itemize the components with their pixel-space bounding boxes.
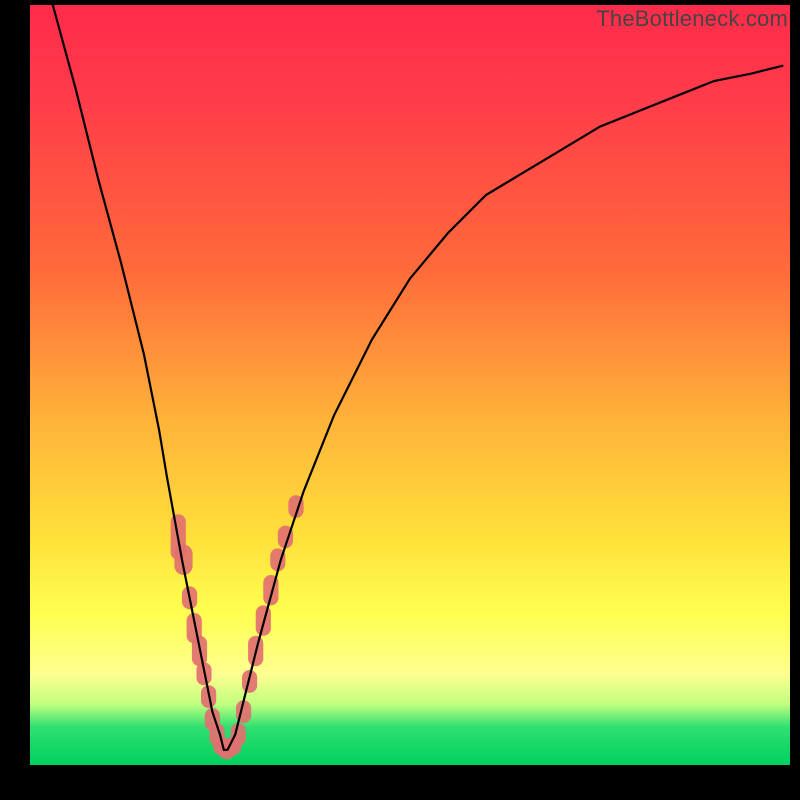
- watermark-text: TheBottleneck.com: [596, 6, 788, 32]
- highlighted-points-group: [171, 495, 304, 759]
- chart-overlay: [30, 5, 790, 765]
- bottleneck-curve: [53, 5, 783, 750]
